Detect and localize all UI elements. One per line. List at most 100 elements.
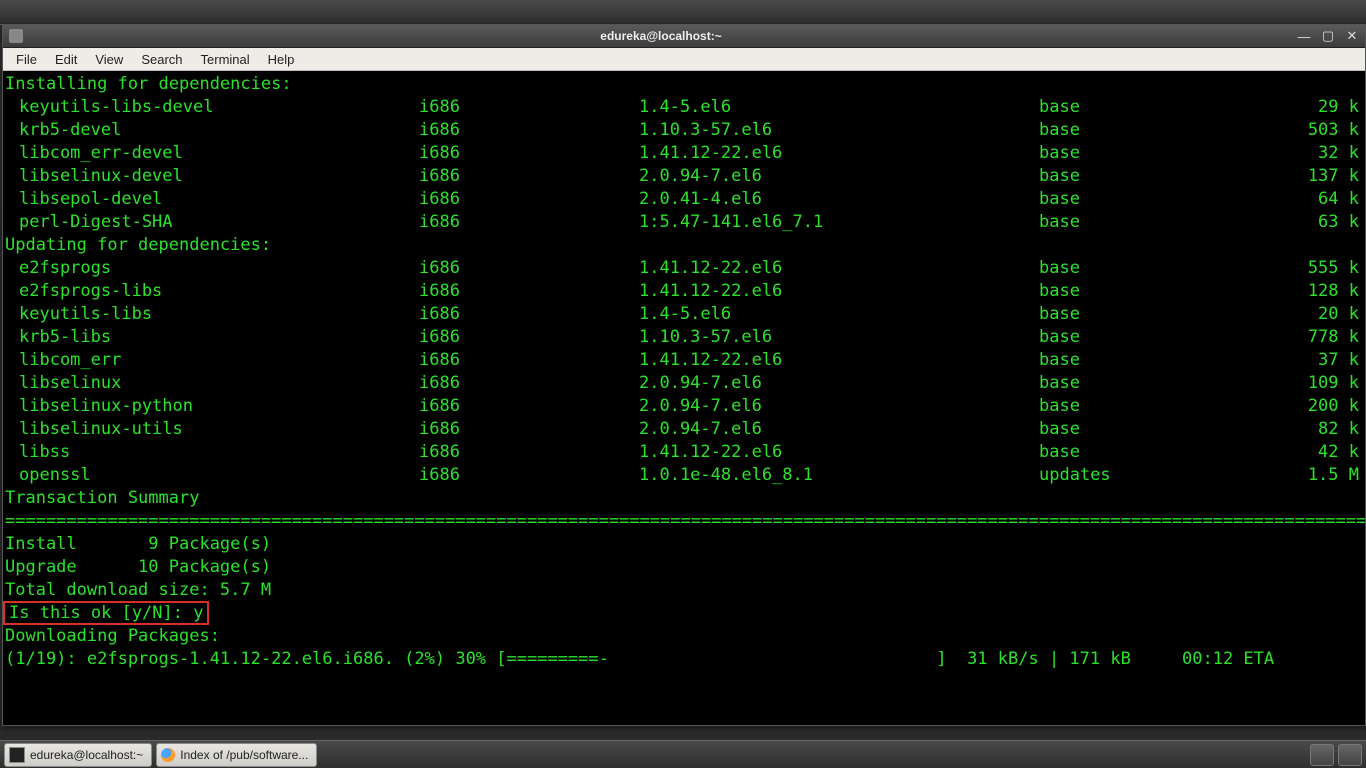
pkg-name: libss <box>5 441 419 464</box>
package-row: keyutils-libs-develi6861.4-5.el6base29 k <box>5 96 1363 119</box>
menu-search[interactable]: Search <box>132 50 191 69</box>
package-row: e2fsprogs-libsi6861.41.12-22.el6base128 … <box>5 280 1363 303</box>
pkg-version: 2.0.94-7.el6 <box>639 395 1039 418</box>
pkg-repo: base <box>1039 326 1269 349</box>
taskbar-entry-terminal[interactable]: edureka@localhost:~ <box>4 743 152 767</box>
downloading-packages: Downloading Packages: <box>5 625 1363 648</box>
transaction-summary-header: Transaction Summary <box>5 487 1363 510</box>
firefox-icon <box>161 748 175 762</box>
package-row: perl-Digest-SHAi6861:5.47-141.el6_7.1bas… <box>5 211 1363 234</box>
pkg-repo: base <box>1039 372 1269 395</box>
pkg-version: 1.41.12-22.el6 <box>639 142 1039 165</box>
pkg-repo: base <box>1039 165 1269 188</box>
pkg-arch: i686 <box>419 211 639 234</box>
menu-edit[interactable]: Edit <box>46 50 86 69</box>
pkg-size: 128 k <box>1269 280 1359 303</box>
summary-upgrade: Upgrade 10 Package(s) <box>5 556 1363 579</box>
pkg-arch: i686 <box>419 303 639 326</box>
pkg-version: 2.0.94-7.el6 <box>639 418 1039 441</box>
pkg-size: 37 k <box>1269 349 1359 372</box>
pkg-size: 555 k <box>1269 257 1359 280</box>
window-title: edureka@localhost:~ <box>29 29 1293 43</box>
pkg-size: 1.5 M <box>1269 464 1359 487</box>
pkg-arch: i686 <box>419 372 639 395</box>
close-button[interactable]: ✕ <box>1341 28 1363 44</box>
pkg-size: 42 k <box>1269 441 1359 464</box>
pkg-version: 2.0.94-7.el6 <box>639 165 1039 188</box>
pkg-version: 1.41.12-22.el6 <box>639 349 1039 372</box>
pkg-repo: base <box>1039 418 1269 441</box>
pkg-name: libcom_err <box>5 349 419 372</box>
pkg-version: 1:5.47-141.el6_7.1 <box>639 211 1039 234</box>
pkg-size: 64 k <box>1269 188 1359 211</box>
pkg-size: 32 k <box>1269 142 1359 165</box>
package-row: libcom_err-develi6861.41.12-22.el6base32… <box>5 142 1363 165</box>
pkg-version: 2.0.41-4.el6 <box>639 188 1039 211</box>
taskbar: edureka@localhost:~ Index of /pub/softwa… <box>0 740 1366 768</box>
pkg-arch: i686 <box>419 395 639 418</box>
package-row: krb5-libsi6861.10.3-57.el6base778 k <box>5 326 1363 349</box>
tray-button[interactable] <box>1310 744 1334 766</box>
pkg-name: libselinux-devel <box>5 165 419 188</box>
pkg-size: 200 k <box>1269 395 1359 418</box>
pkg-arch: i686 <box>419 142 639 165</box>
pkg-arch: i686 <box>419 418 639 441</box>
pkg-name: e2fsprogs <box>5 257 419 280</box>
pkg-version: 1.10.3-57.el6 <box>639 326 1039 349</box>
pkg-size: 778 k <box>1269 326 1359 349</box>
pkg-repo: base <box>1039 280 1269 303</box>
taskbar-entry-firefox[interactable]: Index of /pub/software... <box>156 743 317 767</box>
pkg-version: 2.0.94-7.el6 <box>639 372 1039 395</box>
confirm-highlight: Is this ok [y/N]: y <box>3 601 209 625</box>
pkg-arch: i686 <box>419 349 639 372</box>
download-progress: (1/19): e2fsprogs-1.41.12-22.el6.i686. (… <box>5 648 1363 671</box>
pkg-repo: base <box>1039 142 1269 165</box>
pkg-size: 137 k <box>1269 165 1359 188</box>
package-row: keyutils-libsi6861.4-5.el6base20 k <box>5 303 1363 326</box>
pkg-name: libcom_err-devel <box>5 142 419 165</box>
maximize-button[interactable]: ▢ <box>1317 28 1339 44</box>
pkg-arch: i686 <box>419 188 639 211</box>
pkg-size: 109 k <box>1269 372 1359 395</box>
pkg-arch: i686 <box>419 441 639 464</box>
menu-terminal[interactable]: Terminal <box>192 50 259 69</box>
pkg-version: 1.0.1e-48.el6_8.1 <box>639 464 1039 487</box>
minimize-button[interactable]: — <box>1293 28 1315 44</box>
terminal-icon <box>9 747 25 763</box>
terminal-output[interactable]: Installing for dependencies:keyutils-lib… <box>3 71 1365 671</box>
menu-file[interactable]: File <box>7 50 46 69</box>
pkg-name: libselinux-utils <box>5 418 419 441</box>
pkg-arch: i686 <box>419 96 639 119</box>
menu-help[interactable]: Help <box>259 50 304 69</box>
package-row: libselinux-pythoni6862.0.94-7.el6base200… <box>5 395 1363 418</box>
package-row: libsepol-develi6862.0.41-4.el6base64 k <box>5 188 1363 211</box>
pkg-size: 63 k <box>1269 211 1359 234</box>
system-tray <box>1310 744 1362 766</box>
pkg-version: 1.41.12-22.el6 <box>639 280 1039 303</box>
pkg-arch: i686 <box>419 280 639 303</box>
pkg-version: 1.10.3-57.el6 <box>639 119 1039 142</box>
package-row: libcom_erri6861.41.12-22.el6base37 k <box>5 349 1363 372</box>
pkg-name: e2fsprogs-libs <box>5 280 419 303</box>
terminal-window: edureka@localhost:~ — ▢ ✕ File Edit View… <box>2 24 1366 726</box>
window-titlebar[interactable]: edureka@localhost:~ — ▢ ✕ <box>3 25 1365 48</box>
package-row: libssi6861.41.12-22.el6base42 k <box>5 441 1363 464</box>
pkg-arch: i686 <box>419 119 639 142</box>
pkg-version: 1.41.12-22.el6 <box>639 257 1039 280</box>
pkg-name: krb5-libs <box>5 326 419 349</box>
pkg-size: 82 k <box>1269 418 1359 441</box>
confirm-prompt: Is this ok [y/N]: y <box>5 602 1363 625</box>
pkg-repo: base <box>1039 211 1269 234</box>
tray-button[interactable] <box>1338 744 1362 766</box>
pkg-name: krb5-devel <box>5 119 419 142</box>
pkg-arch: i686 <box>419 165 639 188</box>
terminal-menubar: File Edit View Search Terminal Help <box>3 48 1365 71</box>
pkg-size: 20 k <box>1269 303 1359 326</box>
window-sys-icon[interactable] <box>9 29 23 43</box>
pkg-version: 1.4-5.el6 <box>639 96 1039 119</box>
package-row: openssli6861.0.1e-48.el6_8.1updates1.5 M <box>5 464 1363 487</box>
summary-rule: ========================================… <box>5 510 1363 533</box>
pkg-name: perl-Digest-SHA <box>5 211 419 234</box>
pkg-repo: base <box>1039 119 1269 142</box>
menu-view[interactable]: View <box>86 50 132 69</box>
